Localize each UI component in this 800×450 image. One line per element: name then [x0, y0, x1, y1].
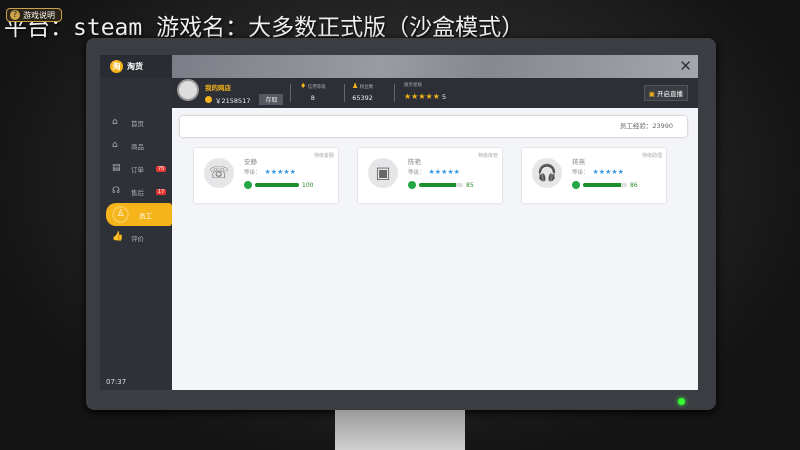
sidebar-item-5[interactable]: 👍 评价	[100, 226, 172, 249]
coin-icon	[205, 96, 212, 103]
sidebar-nav: ⌂ 首页 ⌂ 商品 ▤ 订单 75 ☊ 售后 17 ♙ 员工 👍 评价	[100, 111, 172, 249]
nav-label: 订单	[131, 165, 144, 174]
logo-icon: 淘	[110, 60, 123, 73]
sidebar-item-1[interactable]: ⌂ 商品	[100, 134, 172, 157]
fans-stat: ♟ 粉丝数 65392	[352, 82, 373, 102]
mood-value: 86	[630, 181, 638, 189]
smile-icon	[408, 181, 416, 189]
app-window: 淘淘货 ⌂ 首页 ⌂ 商品 ▤ 订单 75 ☊ 售后 17 ♙ 员工 👍 评价 07:37 ✕ 我的网店 …	[100, 55, 698, 390]
mood-bar	[419, 183, 463, 187]
service-value: 5	[441, 93, 447, 101]
employee-mood: 86	[572, 181, 638, 189]
employee-name: 安静	[244, 158, 257, 166]
service-stars: ★★★★★	[404, 92, 440, 101]
employee-name: 蒋燕	[572, 158, 585, 166]
nav-label: 售后	[131, 188, 144, 197]
employee-role: 特级客服	[313, 153, 334, 159]
nav-label: 评价	[131, 234, 144, 243]
shop-avatar	[177, 79, 199, 101]
smile-icon	[244, 181, 252, 189]
nav-badge: 17	[156, 188, 167, 195]
credit-label: 信用等级	[307, 85, 326, 90]
nav-icon: ⌂	[112, 140, 118, 150]
employee-avatar-icon: ▣	[368, 158, 398, 188]
user-icon: ♟	[352, 82, 359, 90]
app-title: 淘货	[127, 62, 143, 71]
content-area: 员工经验：23990 特级客服 ☏ 安静 等级： ★★★★★ 100 特级库管 ▣ …	[172, 108, 698, 390]
sidebar-item-0[interactable]: ⌂ 首页	[100, 111, 172, 134]
employee-card[interactable]: 特级库管 ▣ 陈艳 等级： ★★★★★ 85	[358, 148, 502, 203]
level-stars: ★★★★★	[592, 168, 624, 176]
employee-card[interactable]: 特级客服 ☏ 安静 等级： ★★★★★ 100	[194, 148, 338, 203]
shop-name: 我的网店	[205, 84, 231, 92]
sidebar-item-3[interactable]: ☊ 售后 17	[100, 180, 172, 203]
help-label: 游戏说明	[23, 10, 55, 20]
monitor-stand	[335, 410, 465, 450]
employee-card[interactable]: 特级助理 🎧 蒋燕 等级： ★★★★★ 86	[522, 148, 666, 203]
withdraw-button[interactable]: 存取	[259, 94, 284, 105]
live-label: 开启直播	[657, 90, 683, 98]
employee-name: 陈艳	[408, 158, 421, 166]
level-label: 等级：	[572, 170, 589, 176]
stream-caption: 平台：steam 游戏名：大多数正式版（沙盒模式）	[4, 15, 525, 41]
employee-level: 等级： ★★★★★	[244, 168, 296, 176]
nav-label: 首页	[131, 119, 144, 128]
credit-stat: ♦ 信用等级 8	[300, 82, 326, 102]
mood-bar	[255, 183, 299, 187]
employee-mood: 85	[408, 181, 474, 189]
service-label: 服务星级	[404, 83, 422, 88]
level-stars: ★★★★★	[428, 168, 460, 176]
divider	[290, 84, 291, 102]
nav-icon: 👍	[112, 232, 124, 242]
credit-value: 8	[310, 94, 315, 102]
nav-icon: ♙	[112, 206, 129, 223]
nav-icon: ⌂	[112, 117, 118, 127]
sidebar-item-4[interactable]: ♙ 员工	[106, 203, 172, 226]
nav-label: 商品	[131, 142, 144, 151]
diamond-icon: ♦	[300, 82, 307, 90]
nav-label: 员工	[139, 211, 152, 220]
level-label: 等级：	[244, 170, 261, 176]
clock: 07:37	[106, 378, 127, 386]
employee-avatar-icon: ☏	[204, 158, 234, 188]
balance-value: ￥2158517	[215, 96, 251, 105]
smile-icon	[572, 181, 580, 189]
nav-badge: 75	[156, 165, 167, 172]
employee-level: 等级： ★★★★★	[408, 168, 460, 176]
employee-avatar-icon: 🎧	[532, 158, 562, 188]
shop-header: 我的网店 ￥2158517 存取 ♦ 信用等级 8 ♟ 粉丝数 65392 服务星级 ★…	[172, 78, 698, 108]
sidebar: 淘淘货 ⌂ 首页 ⌂ 商品 ▤ 订单 75 ☊ 售后 17 ♙ 员工 👍 评价 07:37	[100, 55, 172, 390]
nav-icon: ☊	[112, 186, 120, 196]
employee-mood: 100	[244, 181, 313, 189]
employee-role: 特级助理	[641, 153, 662, 159]
divider	[344, 84, 345, 102]
fans-label: 粉丝数	[359, 85, 374, 90]
divider	[394, 84, 395, 102]
mood-bar	[583, 183, 627, 187]
level-stars: ★★★★★	[264, 168, 296, 176]
power-led	[678, 398, 685, 405]
app-logo: 淘淘货	[100, 55, 172, 78]
sidebar-item-2[interactable]: ▤ 订单 75	[100, 157, 172, 180]
question-icon: ?	[10, 10, 20, 20]
mood-value: 85	[466, 181, 474, 189]
nav-icon: ▤	[112, 163, 121, 173]
balance: ￥2158517 存取	[205, 94, 284, 105]
employee-role: 特级库管	[477, 153, 498, 159]
mood-value: 100	[302, 181, 314, 189]
fans-value: 65392	[352, 94, 373, 102]
help-button[interactable]: ? 游戏说明	[6, 8, 62, 22]
start-live-button[interactable]: ▣ 开启直播	[643, 85, 688, 101]
tv-icon: ▣	[648, 90, 655, 98]
employee-exp: 员工经验：23990	[180, 116, 687, 137]
employee-level: 等级： ★★★★★	[572, 168, 624, 176]
title-bar: ✕	[172, 55, 698, 78]
level-label: 等级：	[408, 170, 425, 176]
service-stat: 服务星级 ★★★★★ 5	[404, 82, 446, 101]
close-icon[interactable]: ✕	[679, 57, 692, 75]
